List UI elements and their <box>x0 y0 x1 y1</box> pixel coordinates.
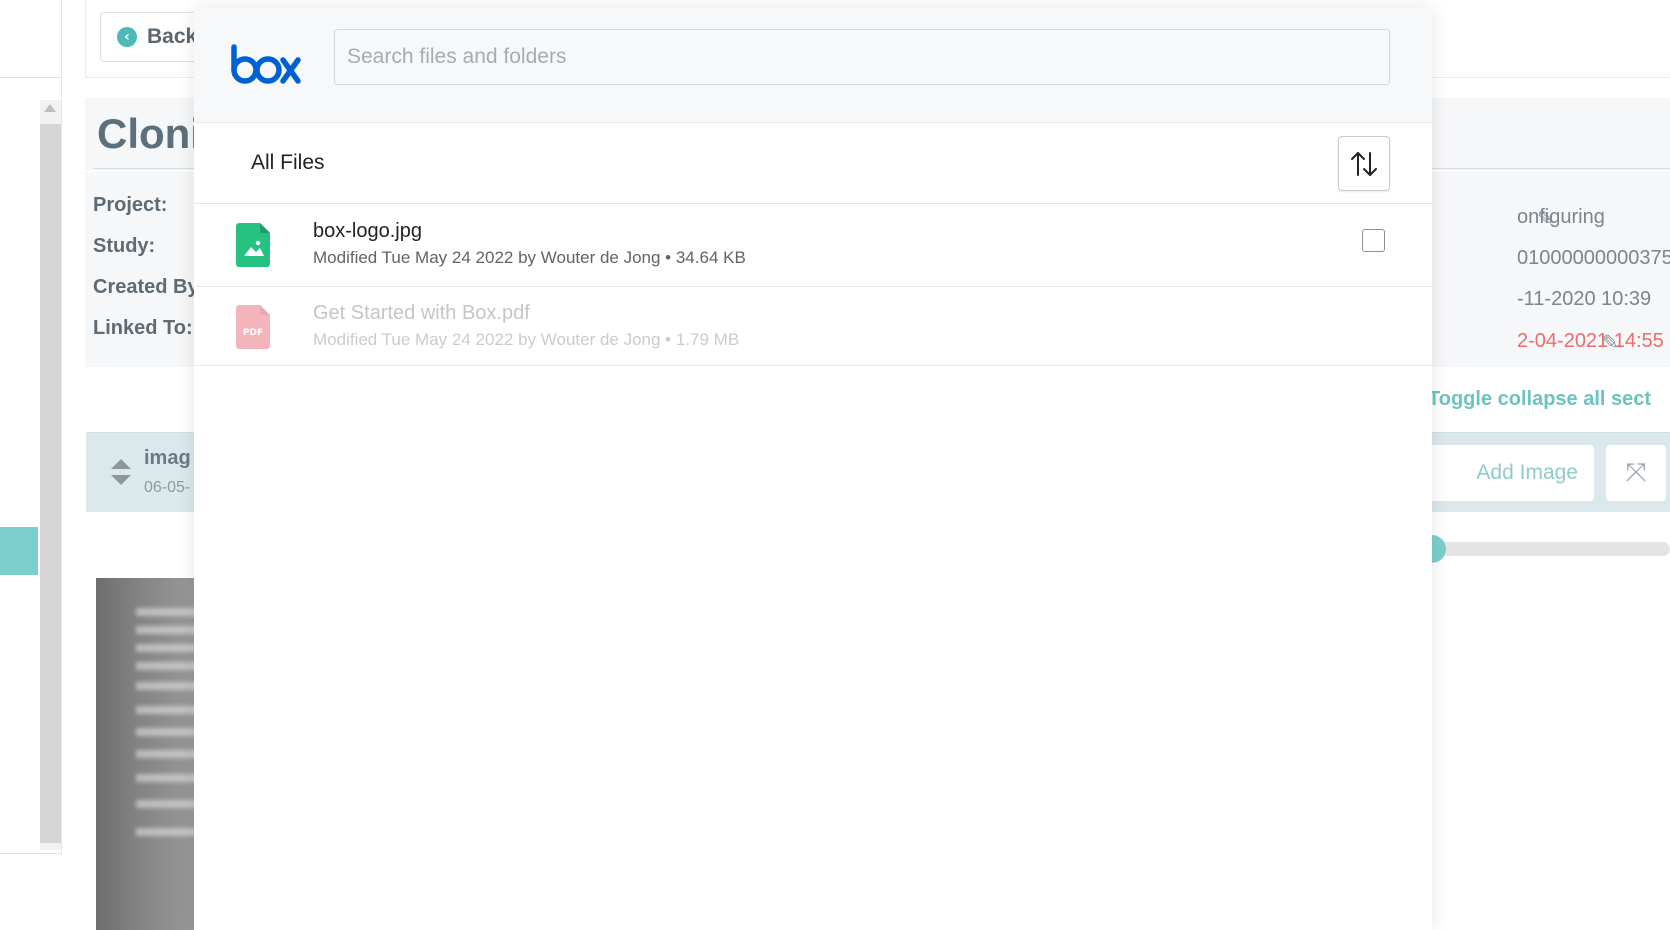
image-section-date: 06-05- <box>144 479 191 496</box>
file-meta: Modified Tue May 24 2022 by Wouter de Jo… <box>313 330 740 349</box>
sort-arrows-icon[interactable] <box>110 457 132 487</box>
add-image-button[interactable]: Add Image <box>1426 445 1594 501</box>
scrollbar-thumb[interactable] <box>40 124 61 843</box>
file-meta: Modified Tue May 24 2022 by Wouter de Jo… <box>313 248 746 267</box>
page-title: Cloni <box>97 110 202 157</box>
file-name: Get Started with Box.pdf <box>313 302 530 324</box>
expand-icon[interactable]: ⤧ <box>1606 445 1666 501</box>
meta-label-linked-to: Linked To: <box>93 317 193 339</box>
divider <box>0 77 62 78</box>
box-logo-icon <box>231 44 301 84</box>
left-rail <box>0 0 62 855</box>
picker-header <box>194 8 1432 123</box>
edit-pencil-icon[interactable]: ✎ <box>1602 330 1624 354</box>
scroll-up-arrow-icon[interactable] <box>44 104 56 112</box>
sort-up-down-icon <box>1351 151 1377 176</box>
toggle-collapse-all-link[interactable]: Toggle collapse all sect <box>1428 388 1651 411</box>
box-file-picker: All Files box-logo.jpg Modified Tue May … <box>194 8 1432 930</box>
side-tab[interactable] <box>0 527 38 575</box>
pdf-file-icon: PDF <box>236 305 270 349</box>
file-name[interactable]: box-logo.jpg <box>313 220 422 243</box>
meta-value-created: -11-2020 10:39 <box>1517 288 1652 310</box>
meta-value-id: 01000000000375886 <box>1517 247 1670 269</box>
search-input[interactable] <box>334 29 1390 85</box>
breadcrumb[interactable]: All Files <box>251 151 325 175</box>
sort-button[interactable] <box>1338 136 1390 191</box>
gel-image <box>96 578 196 930</box>
meta-label-created-by: Created By <box>93 276 199 298</box>
file-row[interactable]: box-logo.jpg Modified Tue May 24 2022 by… <box>194 205 1432 287</box>
meta-value-status: onfiguring <box>1517 206 1605 228</box>
meta-label-study: Study: <box>93 235 156 257</box>
meta-label-project: Project: <box>93 194 168 216</box>
svg-text:PDF: PDF <box>243 328 263 338</box>
meta-value-due-date: 2-04-2021 14:55 <box>1517 330 1664 352</box>
picker-subheader: All Files <box>194 124 1432 204</box>
divider <box>0 853 62 854</box>
back-label: Back <box>147 25 198 48</box>
edit-pencil-icon[interactable]: ✎ <box>1537 206 1559 230</box>
file-select-checkbox[interactable] <box>1362 229 1385 252</box>
zoom-slider-track[interactable] <box>1430 542 1670 556</box>
image-file-icon <box>236 223 270 267</box>
file-row: PDF Get Started with Box.pdf Modified Tu… <box>194 287 1432 366</box>
chevron-left-icon: ‹ <box>117 27 137 47</box>
image-section-title: imag <box>144 447 191 469</box>
